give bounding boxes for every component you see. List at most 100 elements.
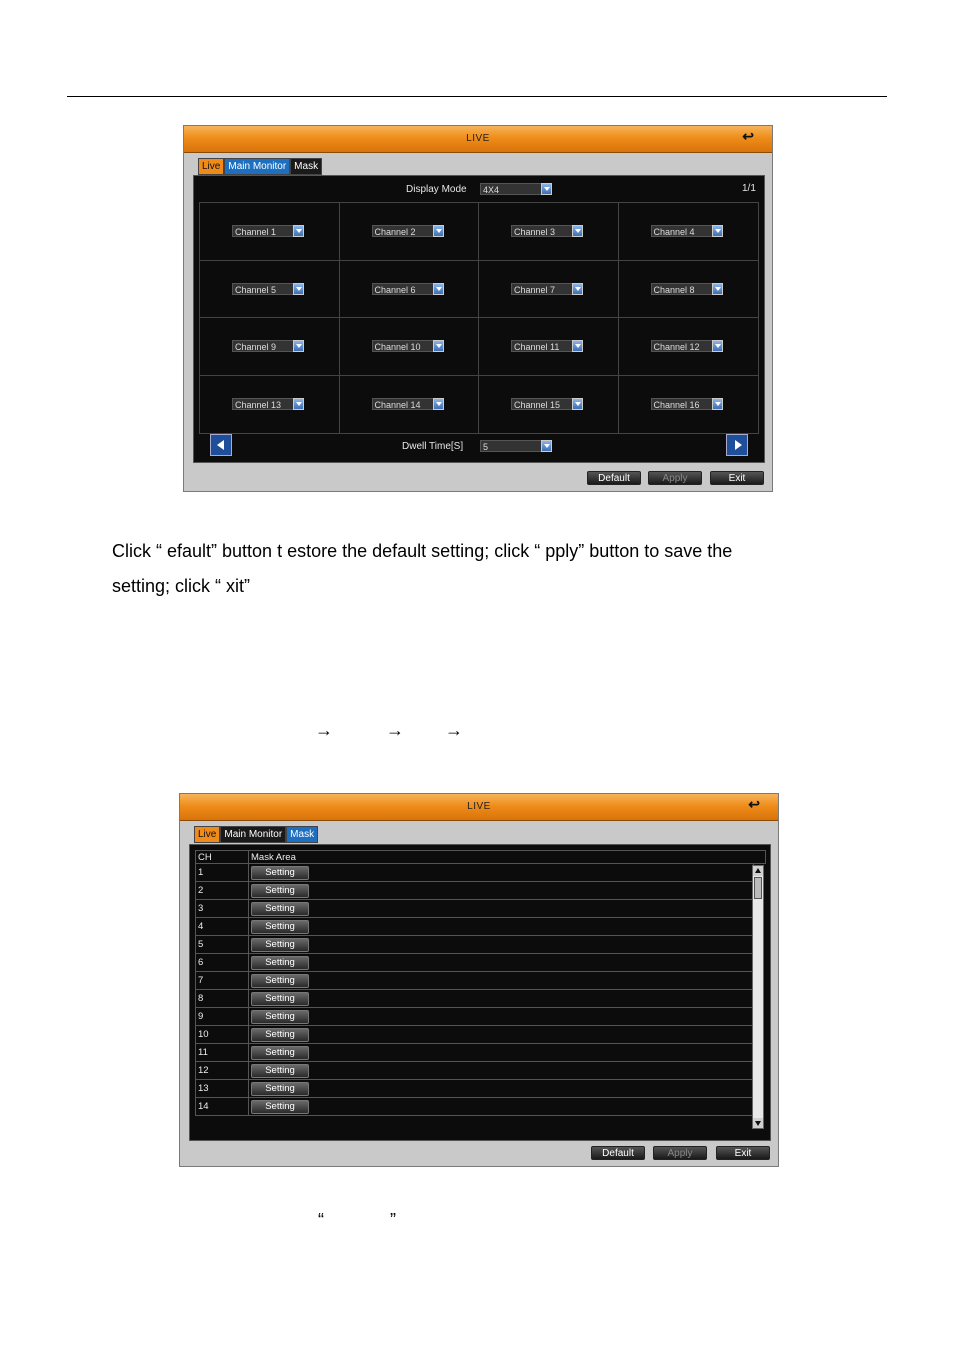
back-icon[interactable]: ↩ <box>748 796 760 813</box>
mask-area-cell: Setting <box>248 1097 754 1116</box>
channel-dropdown[interactable]: Channel 16 <box>650 398 723 411</box>
channel-number: 1 <box>195 863 249 882</box>
column-header-mask-area: Mask Area <box>247 850 767 864</box>
display-mode-value: 4X4 <box>483 185 500 195</box>
channel-dropdown-value: Channel 6 <box>374 284 416 295</box>
channel-dropdown-value: Channel 16 <box>653 400 700 411</box>
chevron-down-icon <box>572 340 583 353</box>
setting-button[interactable]: Setting <box>251 1099 309 1114</box>
next-page-button[interactable] <box>726 434 748 456</box>
channel-dropdown[interactable]: Channel 1 <box>232 225 304 238</box>
channel-dropdown[interactable]: Channel 12 <box>650 340 723 353</box>
table-row: 5 Setting <box>195 935 766 954</box>
apply-button[interactable]: Apply <box>653 1146 707 1160</box>
tab-mask[interactable]: Mask <box>286 826 319 843</box>
open-quote: “ <box>318 1210 324 1230</box>
channel-cell: Channel 3 <box>479 203 619 261</box>
channel-dropdown[interactable]: Channel 4 <box>650 225 723 238</box>
chevron-down-icon <box>432 340 444 353</box>
channel-cell: Channel 4 <box>618 203 758 261</box>
channel-dropdown[interactable]: Channel 3 <box>511 225 583 238</box>
channel-number: 8 <box>195 989 249 1008</box>
setting-button[interactable]: Setting <box>251 919 309 934</box>
channel-number: 2 <box>195 881 249 900</box>
table-row: 13 Setting <box>195 1079 766 1098</box>
scrollbar[interactable] <box>752 865 764 1129</box>
setting-button[interactable]: Setting <box>251 955 309 970</box>
mask-area-cell: Setting <box>248 899 754 918</box>
mask-table: CH Mask Area 1 Setting 2 Setting 3 Setting 4 Se… <box>195 850 767 1116</box>
back-icon[interactable]: ↩ <box>742 128 754 145</box>
tab-bar: Live Main Monitor Mask <box>198 158 323 175</box>
channel-dropdown[interactable]: Channel 2 <box>371 225 444 238</box>
scroll-up-icon[interactable] <box>753 866 763 876</box>
channel-number: 11 <box>195 1043 249 1062</box>
header-rule <box>67 96 887 97</box>
title-bar: LIVE ↩ <box>180 794 778 821</box>
default-button[interactable]: Default <box>591 1146 645 1160</box>
setting-button[interactable]: Setting <box>251 865 309 880</box>
channel-cell: Channel 8 <box>618 261 758 318</box>
live-settings-window: LIVE ↩ Live Main Monitor Mask Display Mo… <box>183 125 773 492</box>
channel-dropdown[interactable]: Channel 13 <box>232 398 304 411</box>
tab-live[interactable]: Live <box>198 158 225 175</box>
scroll-down-icon[interactable] <box>753 1118 763 1128</box>
table-row: 1 Setting <box>195 863 766 882</box>
channel-cell: Channel 12 <box>618 318 758 376</box>
prev-page-button[interactable] <box>210 434 232 456</box>
setting-button[interactable]: Setting <box>251 1063 309 1078</box>
arrow-icon: → <box>315 720 333 740</box>
tab-main-monitor[interactable]: Main Monitor <box>224 158 291 175</box>
setting-button[interactable]: Setting <box>251 991 309 1006</box>
channel-dropdown[interactable]: Channel 14 <box>371 398 444 411</box>
exit-button[interactable]: Exit <box>716 1146 770 1160</box>
channel-dropdown[interactable]: Channel 7 <box>511 282 583 295</box>
setting-button[interactable]: Setting <box>251 973 309 988</box>
column-header-ch: CH <box>195 850 249 864</box>
setting-button[interactable]: Setting <box>251 901 309 916</box>
dwell-time-dropdown[interactable]: 5 <box>480 440 552 452</box>
setting-button[interactable]: Setting <box>251 937 309 952</box>
channel-dropdown[interactable]: Channel 11 <box>511 340 583 353</box>
mask-settings-window: LIVE ↩ Live Main Monitor Mask CH Mask Ar… <box>179 793 779 1167</box>
mask-area-cell: Setting <box>248 1007 754 1026</box>
window-title: LIVE <box>467 801 491 812</box>
channel-dropdown[interactable]: Channel 15 <box>511 398 583 411</box>
tab-mask[interactable]: Mask <box>290 158 323 175</box>
instruction-line-2: setting; click “ xit” <box>112 576 251 596</box>
channel-dropdown[interactable]: Channel 9 <box>232 340 304 353</box>
channel-dropdown[interactable]: Channel 5 <box>232 282 304 295</box>
channel-cell: Channel 10 <box>339 318 479 376</box>
chevron-down-icon <box>293 340 304 353</box>
scroll-thumb[interactable] <box>754 877 762 899</box>
default-button[interactable]: Default <box>587 471 641 485</box>
mask-area-cell: Setting <box>248 971 754 990</box>
channel-dropdown-value: Channel 10 <box>374 342 421 353</box>
channel-cell: Channel 5 <box>200 260 340 318</box>
mask-area-cell: Setting <box>248 863 754 882</box>
chevron-down-icon <box>572 282 583 295</box>
display-mode-dropdown[interactable]: 4X4 <box>480 183 552 195</box>
setting-button[interactable]: Setting <box>251 1081 309 1096</box>
setting-button[interactable]: Setting <box>251 1027 309 1042</box>
setting-button[interactable]: Setting <box>251 1045 309 1060</box>
channel-dropdown[interactable]: Channel 10 <box>371 340 444 353</box>
channel-dropdown-value: Channel 8 <box>653 284 695 295</box>
page-indicator: 1/1 <box>742 183 756 194</box>
channel-cell: Channel 9 <box>200 318 340 376</box>
channel-dropdown[interactable]: Channel 8 <box>650 282 723 295</box>
table-row: 4 Setting <box>195 917 766 936</box>
setting-button[interactable]: Setting <box>251 1009 309 1024</box>
apply-button[interactable]: Apply <box>648 471 702 485</box>
tab-live[interactable]: Live <box>194 826 221 843</box>
channel-cell: Channel 13 <box>200 375 340 433</box>
tab-main-monitor[interactable]: Main Monitor <box>220 826 287 843</box>
chevron-down-icon <box>432 225 444 238</box>
setting-button[interactable]: Setting <box>251 883 309 898</box>
exit-button[interactable]: Exit <box>710 471 764 485</box>
channel-number: 13 <box>195 1079 249 1098</box>
channel-dropdown[interactable]: Channel 6 <box>371 282 444 295</box>
table-row: 12 Setting <box>195 1061 766 1080</box>
chevron-down-icon <box>541 440 552 452</box>
chevron-down-icon <box>711 398 723 411</box>
